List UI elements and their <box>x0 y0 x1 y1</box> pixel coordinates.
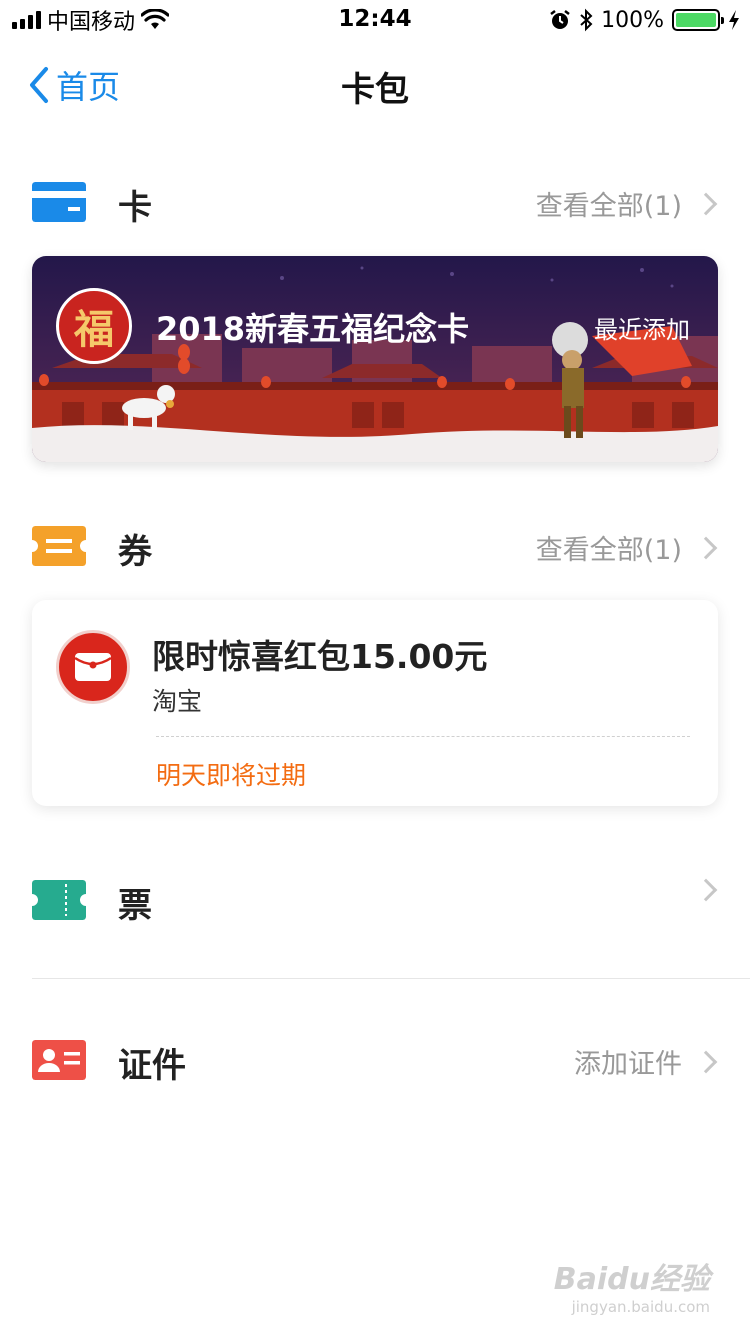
battery-percent: 100% <box>601 7 664 33</box>
section-ids: 证件 添加证件 <box>0 1020 750 1100</box>
watermark-sub: jingyan.baidu.com <box>571 1298 710 1316</box>
bank-card-icon <box>32 182 86 222</box>
coupon-issuer: 淘宝 <box>152 687 203 716</box>
recent-tag: 最近添加 <box>594 316 690 344</box>
section-divider <box>32 978 750 979</box>
section-title-cards: 卡 <box>118 188 152 228</box>
ticket-icon <box>32 880 86 920</box>
new-year-card[interactable]: 福 2018新春五福纪念卡 最近添加 <box>32 256 718 462</box>
view-all-cards-label: 查看全部(1) <box>535 191 682 222</box>
section-cards: 卡 查看全部(1) <box>0 162 750 242</box>
status-right: 100% <box>549 6 740 34</box>
expiry-notice: 明天即将过期 <box>156 761 307 790</box>
section-title-coupons: 券 <box>118 532 152 572</box>
chevron-right-icon <box>694 536 718 559</box>
section-tickets[interactable]: 票 <box>0 860 750 940</box>
page-title: 卡包 <box>341 70 409 110</box>
coupon-card[interactable]: 限时惊喜红包15.00元 淘宝 明天即将过期 <box>32 600 718 806</box>
card-name: 2018新春五福纪念卡 <box>156 310 470 348</box>
view-all-cards-link[interactable]: 查看全部(1) <box>536 184 720 223</box>
coupon-title: 限时惊喜红包15.00元 <box>152 637 488 676</box>
chevron-right-icon <box>694 1050 718 1073</box>
add-id-label: 添加证件 <box>574 1049 682 1080</box>
view-all-coupons-label: 查看全部(1) <box>535 535 682 566</box>
add-id-link[interactable]: 添加证件 <box>574 1042 720 1081</box>
battery-icon <box>672 9 724 31</box>
view-all-coupons-link[interactable]: 查看全部(1) <box>536 528 720 567</box>
status-bar: 中国移动 12:44 100% <box>0 0 750 40</box>
coupon-icon <box>32 526 86 566</box>
navigation-bar: 首页 卡包 <box>0 40 750 128</box>
section-coupons: 券 查看全部(1) <box>0 506 750 586</box>
chevron-right-icon <box>694 878 718 902</box>
dashed-divider <box>156 736 690 737</box>
bluetooth-icon <box>580 8 593 32</box>
charging-icon <box>729 10 739 30</box>
watermark-main: Baidu经验 <box>553 1262 710 1297</box>
tickets-chevron[interactable] <box>694 878 720 902</box>
section-title-tickets: 票 <box>118 886 152 926</box>
chevron-right-icon <box>694 192 718 215</box>
alarm-icon <box>550 10 570 29</box>
fu-badge: 福 <box>56 288 132 364</box>
section-title-ids: 证件 <box>118 1046 186 1086</box>
card-illustration <box>32 256 718 462</box>
red-envelope-icon <box>56 630 130 704</box>
watermark: Baidu经验 jingyan.baidu.com <box>554 1254 710 1316</box>
id-card-icon <box>32 1040 86 1080</box>
